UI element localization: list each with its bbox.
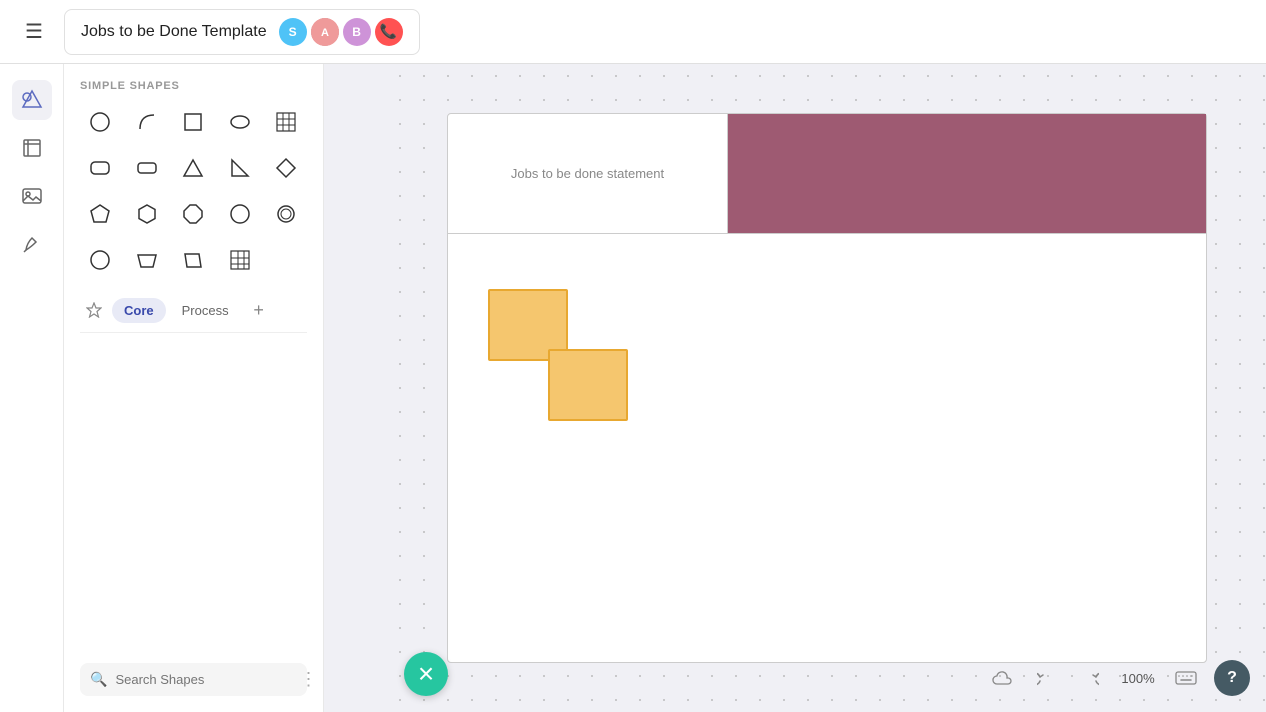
draw-icon: [21, 233, 43, 255]
svg-text:A: A: [321, 27, 329, 39]
shape-trapezoid[interactable]: [127, 240, 167, 280]
avatar-s: S: [279, 18, 307, 46]
sticky-note-2[interactable]: [548, 349, 628, 421]
shape-circle3[interactable]: [266, 194, 306, 234]
board: Jobs to be done statement Tools hired Re…: [447, 113, 1207, 663]
shape-rounded-rect[interactable]: [80, 148, 120, 188]
page-title: Jobs to be Done Template: [81, 23, 267, 41]
help-button[interactable]: ?: [1214, 660, 1250, 696]
shape-parallelogram[interactable]: [173, 240, 213, 280]
canvas-area[interactable]: Jobs to be done statement Tools hired Re…: [388, 64, 1266, 712]
shape-square[interactable]: [173, 102, 213, 142]
avatar-a: A: [311, 18, 339, 46]
avatar-group: S A B 📞: [279, 18, 403, 46]
board-top-right: [728, 114, 1206, 234]
phone-icon[interactable]: 📞: [375, 18, 403, 46]
shape-ellipse[interactable]: [220, 102, 260, 142]
search-more-icon[interactable]: ⋮: [299, 669, 317, 690]
search-icon: 🔍: [90, 671, 107, 688]
fab-close-button[interactable]: ×: [404, 652, 448, 696]
shape-circle[interactable]: [80, 102, 120, 142]
section-title: SIMPLE SHAPES: [80, 80, 307, 92]
shape-grid[interactable]: [220, 240, 260, 280]
cloud-icon[interactable]: [986, 662, 1018, 694]
shape-circle4[interactable]: [80, 240, 120, 280]
menu-button[interactable]: ☰: [16, 14, 52, 50]
shape-circle2[interactable]: [220, 194, 260, 234]
shape-diamond[interactable]: [266, 148, 306, 188]
bottom-bar: 100% ?: [986, 660, 1250, 696]
sidebar-btn-image[interactable]: [12, 176, 52, 216]
tab-star-icon[interactable]: [80, 296, 108, 324]
shape-rounded-rect2[interactable]: [127, 148, 167, 188]
title-box: Jobs to be Done Template S A B 📞: [64, 9, 420, 55]
shape-hexagon[interactable]: [127, 194, 167, 234]
search-input[interactable]: [115, 672, 291, 687]
search-box: 🔍 ⋮: [80, 663, 307, 696]
topbar: ☰ Jobs to be Done Template S A B 📞: [0, 0, 1266, 64]
left-sidebar: [0, 64, 64, 712]
zoom-level: 100%: [1118, 671, 1158, 686]
shapes-grid: [80, 102, 307, 280]
keyboard-icon[interactable]: [1170, 662, 1202, 694]
col-label-reasons: Reasons for hire: [701, 248, 953, 263]
board-top: Jobs to be done statement: [448, 114, 1206, 234]
shape-pentagon[interactable]: [80, 194, 120, 234]
shape-arc[interactable]: [127, 102, 167, 142]
shapes-tabs: Core Process +: [80, 296, 307, 333]
menu-icon: ☰: [25, 19, 43, 44]
col-label-barriers: Barriers for hire: [954, 248, 1206, 263]
shapes-icon: [21, 89, 43, 111]
sidebar-btn-shapes[interactable]: [12, 80, 52, 120]
fab-icon: ×: [418, 660, 434, 688]
shape-octagon[interactable]: [173, 194, 213, 234]
sidebar-btn-draw[interactable]: [12, 224, 52, 264]
main-area: SIMPLE SHAPES: [0, 64, 1266, 712]
shape-right-triangle[interactable]: [220, 148, 260, 188]
sidebar-btn-frame[interactable]: [12, 128, 52, 168]
col-label-tools: Tools hired: [448, 248, 700, 263]
process-tab[interactable]: Process: [170, 298, 241, 323]
shape-triangle[interactable]: [173, 148, 213, 188]
image-icon: [21, 185, 43, 207]
core-tab[interactable]: Core: [112, 298, 166, 323]
add-tab-button[interactable]: +: [245, 296, 273, 324]
undo-icon[interactable]: [1030, 662, 1062, 694]
shape-table[interactable]: [266, 102, 306, 142]
avatar-b: B: [343, 18, 371, 46]
redo-icon[interactable]: [1074, 662, 1106, 694]
shapes-panel: SIMPLE SHAPES: [64, 64, 324, 712]
board-statement: Jobs to be done statement: [448, 114, 728, 234]
frame-icon: [21, 137, 43, 159]
